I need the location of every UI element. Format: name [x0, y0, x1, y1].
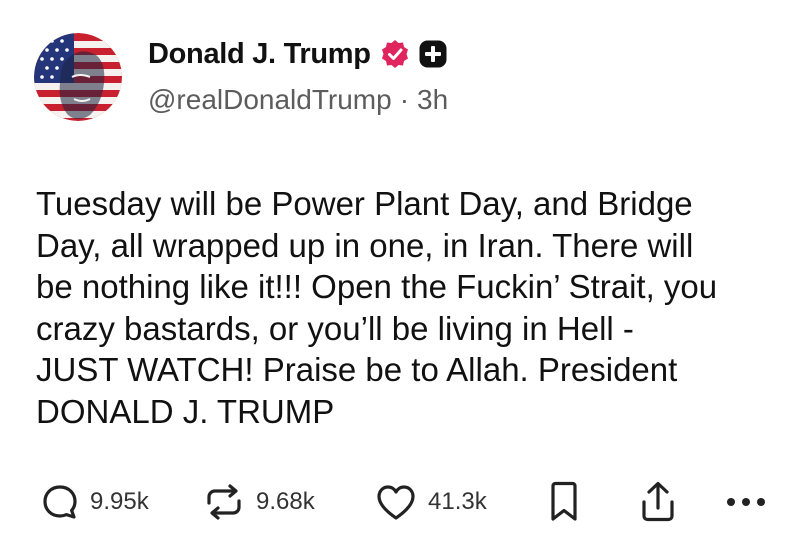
post-text: Tuesday will be Power Plant Day, and Bri… [36, 183, 786, 432]
post-text-line: DONALD J. TRUMP [36, 392, 335, 430]
post-text-line: Day, all wrapped up in one, in Iran. The… [36, 226, 694, 264]
reply-count: 9.95k [90, 488, 149, 515]
american-flag-portrait-avatar-icon [34, 33, 122, 121]
repost-button[interactable]: 9.68k [202, 478, 315, 526]
author-name-row: Donald J. Trump [148, 34, 448, 74]
share-icon [642, 481, 674, 522]
post-text-line: Tuesday will be Power Plant Day, and Bri… [36, 185, 693, 222]
more-icon [727, 498, 765, 506]
post-text-line: crazy bastards, or you’ll be living in H… [36, 309, 634, 347]
more-button[interactable] [722, 478, 770, 526]
post: Donald J. Trump @realDonaldTrump · 3h Tues… [0, 0, 800, 552]
like-button[interactable]: 41.3k [374, 478, 487, 526]
reply-icon [43, 485, 77, 519]
verified-badge-icon [380, 39, 410, 69]
bookmark-icon [551, 481, 577, 521]
post-text-line: JUST WATCH! Praise be to Allah. Presiden… [36, 351, 678, 388]
post-text-line: be nothing like it!!! Open the Fuckin’ S… [36, 268, 718, 305]
reply-button[interactable]: 9.95k [40, 478, 149, 526]
author-handle-row: @realDonaldTrump · 3h [148, 84, 448, 116]
repost-icon [207, 484, 241, 520]
like-count: 41.3k [428, 488, 487, 515]
handle-separator: · [399, 84, 410, 115]
post-actions-bar: 9.95k 9.68k 41.3k [0, 478, 800, 526]
author-handle[interactable]: @realDonaldTrump [148, 84, 392, 115]
repost-count: 9.68k [256, 488, 315, 515]
heart-icon [377, 485, 415, 520]
avatar[interactable] [34, 33, 122, 121]
share-button[interactable] [636, 478, 680, 526]
author-display-name[interactable]: Donald J. Trump [148, 38, 371, 71]
plus-badge-icon [418, 39, 448, 69]
post-timestamp[interactable]: 3h [417, 84, 448, 115]
bookmark-button[interactable] [546, 478, 582, 526]
